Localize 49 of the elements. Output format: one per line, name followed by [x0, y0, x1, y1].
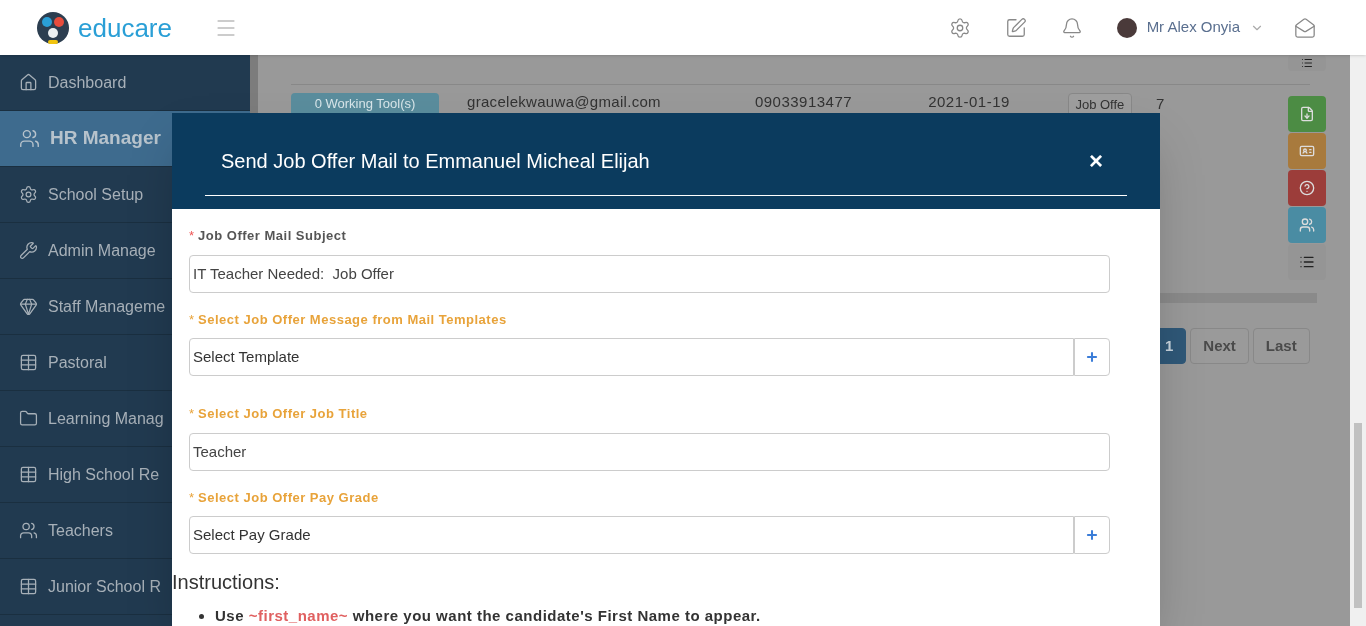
users-action-button[interactable] — [1288, 207, 1326, 243]
plus-icon — [1085, 528, 1099, 542]
users-icon — [1299, 217, 1315, 233]
logo-icon — [36, 10, 70, 45]
users-icon — [19, 128, 40, 149]
question-icon — [1299, 180, 1315, 196]
table-icon — [19, 353, 38, 372]
diamond-icon — [19, 297, 38, 316]
select-field[interactable]: Select Template — [189, 338, 1074, 376]
brand-name: educare — [78, 14, 172, 41]
email-cell-text: gracelekwauwa@gmail.com — [467, 92, 661, 112]
list-action-button[interactable] — [1288, 55, 1326, 71]
file-action-button[interactable] — [1288, 96, 1326, 132]
user-menu[interactable]: Mr Alex Onyia — [1116, 16, 1264, 39]
mail-button[interactable] — [1294, 16, 1316, 39]
avatar-icon — [1116, 17, 1137, 38]
question-action-button[interactable] — [1288, 170, 1326, 206]
phone-cell-text: 09033913477 — [754, 92, 853, 112]
scrollbar[interactable] — [1350, 55, 1366, 626]
close-button[interactable]: × — [1089, 149, 1103, 173]
wrench-icon — [19, 241, 38, 260]
required-marker: * — [189, 405, 195, 423]
table-icon — [19, 577, 38, 596]
settings-icon — [19, 185, 38, 204]
pagination-button[interactable]: Next — [1190, 328, 1249, 364]
users-icon — [19, 521, 38, 540]
card-action-button[interactable] — [1288, 133, 1326, 169]
text-field[interactable]: IT Teacher Needed: Job Offer — [189, 254, 1110, 293]
count-cell-text: 7 — [1155, 94, 1165, 114]
id-card-icon — [1299, 143, 1315, 159]
required-marker: * — [189, 310, 195, 329]
required-marker: * — [189, 227, 195, 245]
file-download-icon — [1299, 106, 1315, 122]
home-icon — [19, 73, 38, 92]
date-cell-text: 2021-01-19 — [928, 92, 1010, 112]
select-field[interactable]: Select Pay Grade — [189, 516, 1074, 554]
list-icon — [1299, 254, 1315, 270]
notifications-button[interactable] — [1060, 16, 1083, 39]
table-icon — [19, 465, 38, 484]
list-action-button[interactable] — [1288, 244, 1326, 280]
plus-icon — [1085, 350, 1099, 364]
pagination-button[interactable]: Last — [1252, 328, 1310, 364]
edit-button[interactable] — [1004, 16, 1027, 39]
folder-icon — [19, 409, 38, 428]
add-button[interactable] — [1074, 516, 1110, 554]
settings-button[interactable] — [948, 16, 971, 39]
text-field[interactable]: Teacher — [189, 432, 1110, 471]
add-button[interactable] — [1074, 338, 1110, 376]
list-icon — [1301, 57, 1313, 69]
